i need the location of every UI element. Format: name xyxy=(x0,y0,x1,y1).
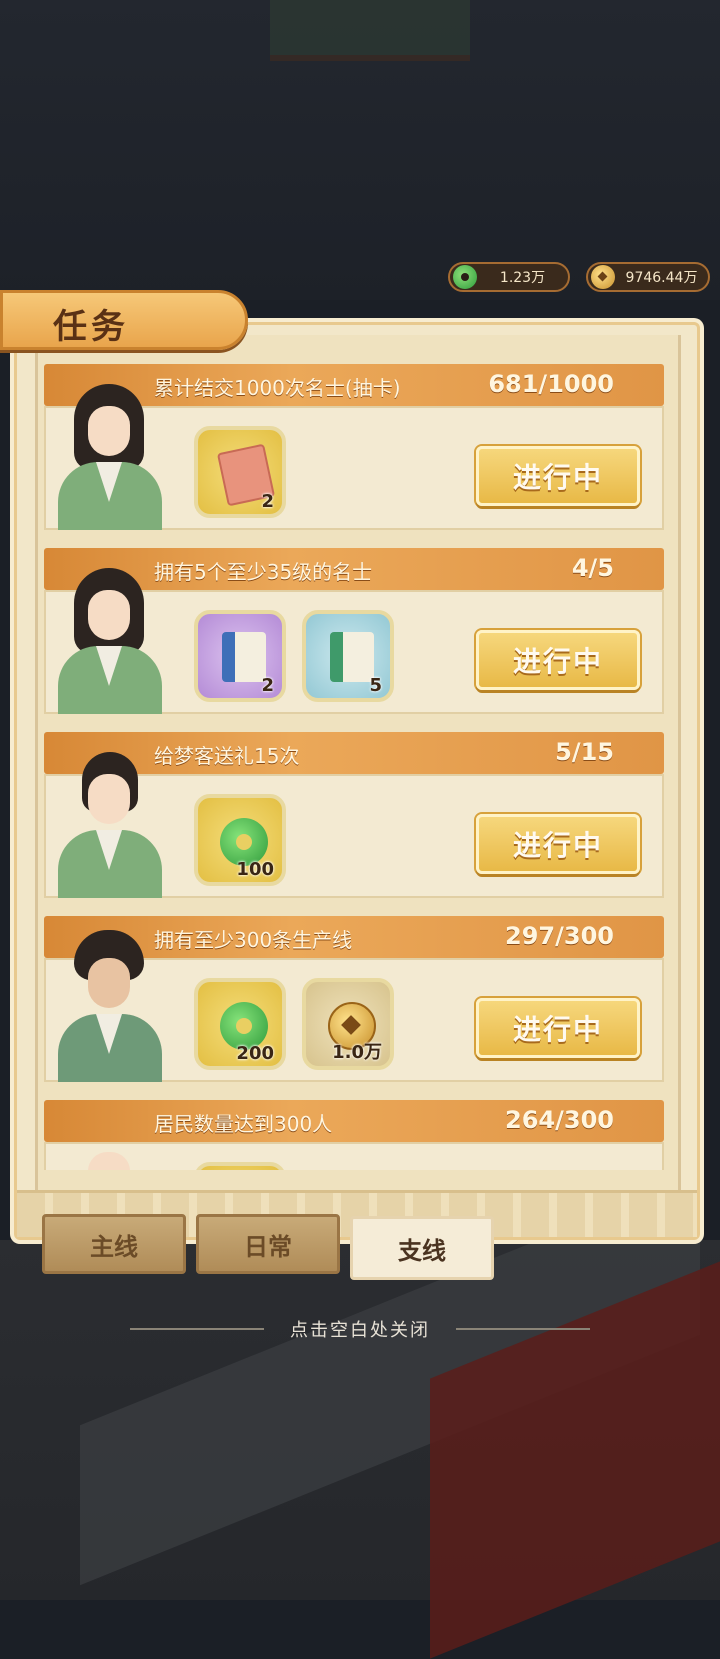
task-list[interactable]: 累计结交1000次名士(抽卡) 681/1000 2 进行中 拥有5个至少35级… xyxy=(44,360,664,1170)
green-scroll-icon xyxy=(330,632,374,682)
reward-slot[interactable]: 100 xyxy=(194,794,286,886)
warrior-portrait xyxy=(44,930,170,1082)
blue-scroll-icon xyxy=(222,632,266,682)
task-progress: 4/5 xyxy=(571,554,614,582)
task-name: 累计结交1000次名士(抽卡) xyxy=(154,376,401,400)
task-row: 拥有至少300条生产线 297/300 200 1.0万 进行中 xyxy=(44,912,664,1082)
tab-daily[interactable]: 日常 xyxy=(196,1214,340,1274)
reward-quantity: 5 xyxy=(369,675,382,696)
scholar-portrait xyxy=(44,562,170,714)
reward-quantity: 2 xyxy=(261,675,274,696)
tab-main-quest[interactable]: 主线 xyxy=(42,1214,186,1274)
task-row: 累计结交1000次名士(抽卡) 681/1000 2 进行中 xyxy=(44,360,664,530)
reward-quantity: 100 xyxy=(236,859,274,880)
coin-amount: 9746.44万 xyxy=(625,270,698,286)
in-progress-button[interactable]: 进行中 xyxy=(476,446,640,506)
reward-slot[interactable]: 5 xyxy=(302,610,394,702)
panel-title: 任务 xyxy=(53,307,129,347)
reward-quantity: 200 xyxy=(236,1043,274,1064)
panel-title-banner: 任务 xyxy=(0,290,248,350)
jade-amount: 1.23万 xyxy=(499,270,546,286)
reward-slot[interactable]: 1.0万 xyxy=(302,978,394,1070)
reward-quantity: 1.0万 xyxy=(332,1042,382,1063)
scholar-portrait xyxy=(44,378,170,530)
coin-currency-display[interactable]: 9746.44万 xyxy=(586,262,710,292)
maid-portrait xyxy=(44,746,170,898)
reward-slot[interactable] xyxy=(194,1162,286,1170)
task-progress: 264/300 xyxy=(505,1106,614,1134)
tab-side-quest[interactable]: 支线 xyxy=(350,1216,494,1280)
task-name: 拥有至少300条生产线 xyxy=(154,928,353,952)
close-hint[interactable]: 点击空白处关闭 xyxy=(0,1316,720,1342)
background-building xyxy=(270,0,470,61)
reward-slot[interactable]: 2 xyxy=(194,610,286,702)
reward-slot[interactable]: 200 xyxy=(194,978,286,1070)
in-progress-button[interactable]: 进行中 xyxy=(476,814,640,874)
task-progress: 297/300 xyxy=(505,922,614,950)
reward-slot[interactable]: 2 xyxy=(194,426,286,518)
task-row: 给梦客送礼15次 5/15 100 进行中 xyxy=(44,728,664,898)
task-row: 拥有5个至少35级的名士 4/5 2 5 进行中 xyxy=(44,544,664,714)
jade-currency-display[interactable]: 1.23万 xyxy=(448,262,570,292)
in-progress-button[interactable]: 进行中 xyxy=(476,998,640,1058)
task-name: 给梦客送礼15次 xyxy=(154,744,300,768)
in-progress-button[interactable]: 进行中 xyxy=(476,630,640,690)
task-name: 拥有5个至少35级的名士 xyxy=(154,560,373,584)
copper-coin-icon xyxy=(591,265,615,289)
monk-portrait xyxy=(44,1114,170,1170)
reward-quantity: 2 xyxy=(261,491,274,512)
jade-currency-icon xyxy=(453,265,477,289)
task-progress: 681/1000 xyxy=(488,370,614,398)
task-row: 居民数量达到300人 264/300 xyxy=(44,1096,664,1170)
task-progress: 5/15 xyxy=(555,738,614,766)
task-name: 居民数量达到300人 xyxy=(154,1112,333,1136)
